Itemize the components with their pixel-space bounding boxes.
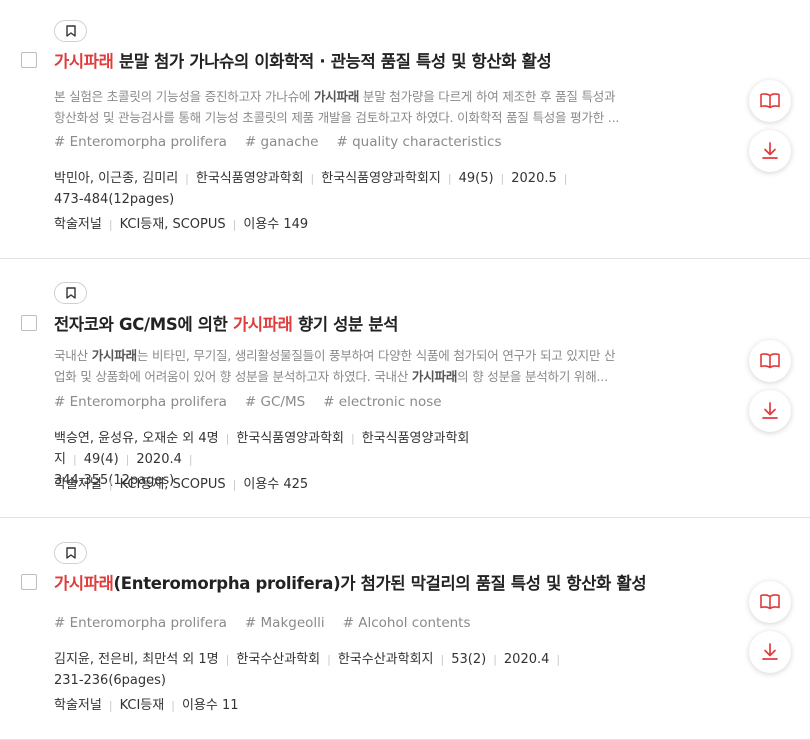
journal[interactable]: 한국수산과학회지 — [338, 652, 434, 667]
result-meta-secondary: 학술저널 | KCI등재, SCOPUS | 이용수 425 — [54, 477, 309, 492]
keyword-tag[interactable]: # Enteromorpha prolifera — [54, 134, 227, 150]
result-abstract: 본 실험은 초콜릿의 기능성을 증진하고자 가나슈에 가시파래 분말 첨가량을 … — [54, 86, 684, 128]
abstract-text: 본 실험은 초콜릿의 기능성을 증진하고자 가나슈에 — [54, 89, 314, 104]
download-button[interactable] — [749, 130, 791, 172]
title-text: 전자코와 GC/MS에 의한 — [54, 315, 233, 334]
keyword-list: # Enteromorpha prolifera # Makgeolli # Alc… — [54, 615, 489, 631]
read-button[interactable] — [749, 581, 791, 623]
title-highlight: 가시파래 — [54, 52, 114, 71]
open-book-icon — [760, 93, 780, 109]
bookmark-button[interactable] — [54, 282, 87, 304]
keyword-tag[interactable]: # ganache — [245, 134, 319, 150]
bookmark-icon — [65, 287, 76, 299]
authors[interactable]: 백승연, 윤성유, 오재순 외 4명 — [54, 431, 219, 446]
keyword-list: # Enteromorpha prolifera # GC/MS # electro… — [54, 394, 460, 410]
result-meta-secondary: 학술저널 | KCI등재 | 이용수 11 — [54, 698, 239, 713]
pages: 473-484(12pages) — [54, 192, 175, 207]
index-badge: KCI등재 — [119, 698, 165, 713]
title-text: (Enteromorpha prolifera)가 첨가된 막걸리의 품질 특성… — [113, 574, 647, 593]
keyword-tag[interactable]: # Enteromorpha prolifera — [54, 394, 227, 410]
abstract-highlight: 가시파래 — [313, 89, 360, 104]
read-button[interactable] — [749, 80, 791, 122]
usage-count: 이용수 149 — [243, 217, 309, 232]
bookmark-button[interactable] — [54, 20, 87, 42]
volume[interactable]: 49(5) — [459, 171, 494, 186]
bookmark-icon — [65, 547, 76, 559]
doc-type: 학술저널 — [54, 477, 102, 492]
download-icon — [762, 142, 778, 159]
authors[interactable]: 김지윤, 전은비, 최만석 외 1명 — [54, 652, 219, 667]
result-title[interactable]: 가시파래(Enteromorpha prolifera)가 첨가된 막걸리의 품… — [54, 570, 744, 594]
title-text: 분말 첨가 가나슈의 이화학적 · 관능적 품질 특성 및 항산화 활성 — [113, 52, 552, 71]
keyword-tag[interactable]: # Alcohol contents — [343, 615, 471, 631]
abstract-text: 분말 첨가량을 다르게 하여 제조한 후 품질 특성과 — [359, 89, 616, 104]
select-checkbox[interactable] — [21, 315, 37, 331]
usage-count: 이용수 11 — [181, 698, 239, 713]
abstract-text: 항산화성 및 관능검사를 통해 기능성 초콜릿의 제품 개발을 검토하고자 하였… — [54, 110, 620, 125]
abstract-highlight: 가시파래 — [411, 369, 458, 384]
title-highlight: 가시파래 — [54, 574, 114, 593]
keyword-tag[interactable]: # quality characteristics — [336, 134, 501, 150]
result-meta: 박민아, 이근종, 김미리 | 한국식품영양과학회 | 한국식품영양과학회지 | 49(5)… — [54, 171, 568, 207]
search-result-item: 가시파래(Enteromorpha prolifera)가 첨가된 막걸리의 품… — [0, 518, 810, 740]
keyword-tag[interactable]: # Enteromorpha prolifera — [54, 615, 227, 631]
publisher[interactable]: 한국수산과학회 — [236, 652, 320, 667]
index-badge: KCI등재, SCOPUS — [119, 217, 226, 232]
keyword-tag[interactable]: # Makgeolli — [245, 615, 325, 631]
read-button[interactable] — [749, 340, 791, 382]
download-button[interactable] — [749, 390, 791, 432]
select-checkbox[interactable] — [21, 52, 37, 68]
abstract-highlight: 가시파래 — [91, 348, 137, 363]
download-icon — [762, 402, 778, 419]
select-checkbox[interactable] — [21, 574, 37, 590]
abstract-text: 의 향 성분을 분석하기 위해... — [457, 369, 608, 384]
abstract-text: 국내산 — [54, 348, 92, 363]
bookmark-button[interactable] — [54, 542, 87, 564]
doc-type: 학술저널 — [54, 698, 102, 713]
title-text: 향기 성분 분석 — [292, 315, 399, 334]
open-book-icon — [760, 353, 780, 369]
publisher[interactable]: 한국식품영양과학회 — [196, 171, 304, 186]
open-book-icon — [760, 594, 780, 610]
doc-type: 학술저널 — [54, 217, 102, 232]
abstract-text: 는 비타민, 무기질, 생리활성물질들이 풍부하여 다양한 식품에 첨가되어 연… — [136, 348, 616, 363]
abstract-text: 업화 및 상품화에 어려움이 있어 향 성분을 분석하고자 하였다. 국내산 — [54, 369, 412, 384]
volume[interactable]: 53(2) — [451, 652, 486, 667]
result-abstract: 국내산 가시파래는 비타민, 무기질, 생리활성물질들이 풍부하여 다양한 식품… — [54, 345, 684, 387]
keyword-list: # Enteromorpha prolifera # ganache # quali… — [54, 134, 520, 150]
result-title[interactable]: 전자코와 GC/MS에 의한 가시파래 향기 성분 분석 — [54, 311, 744, 335]
pub-date: 2020.4 — [503, 652, 550, 667]
keyword-tag[interactable]: # GC/MS — [245, 394, 305, 410]
download-button[interactable] — [749, 631, 791, 673]
search-result-item: 가시파래 분말 첨가 가나슈의 이화학적 · 관능적 품질 특성 및 항산화 활… — [0, 0, 810, 259]
title-highlight: 가시파래 — [232, 315, 293, 334]
publisher[interactable]: 한국식품영양과학회 — [236, 431, 344, 446]
usage-count: 이용수 425 — [243, 477, 309, 492]
keyword-tag[interactable]: # electronic nose — [323, 394, 441, 410]
download-icon — [762, 643, 778, 660]
search-result-item: 전자코와 GC/MS에 의한 가시파래 향기 성분 분석 국내산 가시파래는 비… — [0, 259, 810, 518]
result-meta: 김지윤, 전은비, 최만석 외 1명 | 한국수산과학회 | 한국수산과학회지 | 53(2… — [54, 652, 561, 688]
journal[interactable]: 한국식품영양과학회지 — [321, 171, 441, 186]
index-badge: KCI등재, SCOPUS — [119, 477, 226, 492]
result-meta-secondary: 학술저널 | KCI등재, SCOPUS | 이용수 149 — [54, 217, 309, 232]
pub-date: 2020.5 — [511, 171, 557, 186]
pub-date: 2020.4 — [136, 452, 182, 467]
pages: 231-236(6pages) — [54, 673, 166, 688]
result-title[interactable]: 가시파래 분말 첨가 가나슈의 이화학적 · 관능적 품질 특성 및 항산화 활… — [54, 48, 744, 72]
volume[interactable]: 49(4) — [84, 452, 119, 467]
bookmark-icon — [65, 25, 76, 37]
authors[interactable]: 박민아, 이근종, 김미리 — [54, 171, 178, 186]
